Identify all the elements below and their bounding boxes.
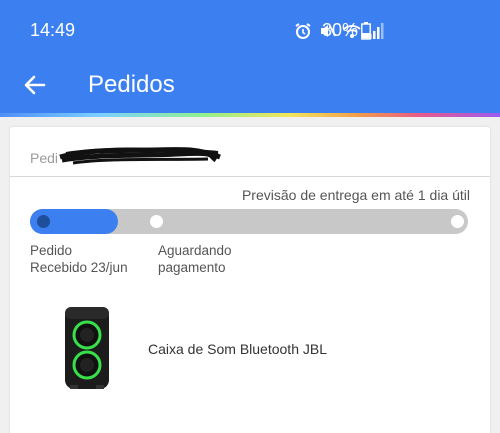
- delivery-forecast: Previsão de entrega em até 1 dia útil: [241, 187, 470, 203]
- accent-strip: [0, 113, 500, 117]
- step-dot-3: [451, 215, 464, 228]
- battery-percent: 30%: [322, 20, 359, 40]
- product-name: Caixa de Som Bluetooth JBL: [148, 341, 327, 357]
- step-2-label: Aguardando pagamento: [158, 242, 232, 276]
- back-arrow-icon[interactable]: [22, 72, 48, 98]
- order-number-label: Pedi: [30, 150, 59, 166]
- status-time: 14:49: [30, 20, 76, 40]
- alarm-icon: [295, 23, 311, 39]
- step-1-line1: Pedido: [30, 243, 73, 258]
- step-dot-1: [37, 215, 50, 228]
- status-bar: 14:49 30%: [0, 0, 500, 60]
- product-image: [65, 307, 109, 389]
- step-1-label: Pedido Recebido 23/jun: [30, 242, 128, 276]
- step-2-line1: Aguardando: [158, 243, 232, 258]
- redaction-scribble: [59, 147, 221, 165]
- divider: [10, 176, 490, 177]
- page-title: Pedidos: [88, 71, 175, 98]
- step-1-line2: Recebido 23/jun: [30, 260, 128, 275]
- step-2-line2: pagamento: [158, 260, 226, 275]
- battery-icon: [361, 22, 371, 40]
- app-bar: 14:49 30% Pedidos: [0, 0, 500, 115]
- step-dot-2: [150, 215, 163, 228]
